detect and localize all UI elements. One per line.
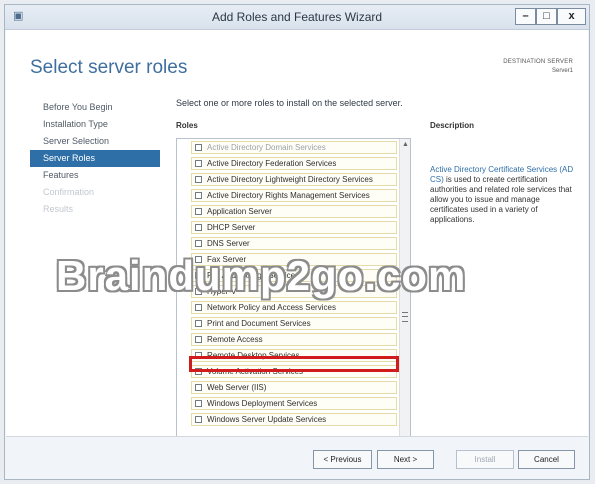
previous-button[interactable]: < Previous <box>313 450 372 469</box>
description-body: is used to create certification authorit… <box>430 175 572 224</box>
role-label: Active Directory Domain Services <box>207 143 326 152</box>
nav-server-roles[interactable]: Server Roles <box>30 150 160 167</box>
role-checkbox[interactable] <box>195 192 202 199</box>
close-button[interactable]: x <box>557 8 586 25</box>
minimize-button[interactable]: – <box>515 8 536 25</box>
nav-features[interactable]: Features <box>30 167 160 184</box>
role-item-web-server-iis[interactable]: Web Server (IIS) <box>191 381 397 394</box>
role-label: Active Directory Lightweight Directory S… <box>207 175 373 184</box>
role-checkbox[interactable] <box>195 320 202 327</box>
wizard-window: ▣ Add Roles and Features Wizard – □ x Se… <box>4 4 590 480</box>
scroll-grip-icon[interactable] <box>402 312 408 322</box>
role-label: Print and Document Services <box>207 319 311 328</box>
description-text: Active Directory Certificate Services (A… <box>430 165 580 225</box>
role-label: Remote Access <box>207 335 263 344</box>
role-checkbox[interactable] <box>195 384 202 391</box>
description-heading: Description <box>430 121 475 130</box>
role-label: Active Directory Federation Services <box>207 159 337 168</box>
role-item-application-server[interactable]: Application Server <box>191 205 397 218</box>
next-button[interactable]: Next > <box>377 450 434 469</box>
role-item-remote-access[interactable]: Remote Access <box>191 333 397 346</box>
role-item-ad-domain-services[interactable]: Active Directory Domain Services <box>191 141 397 154</box>
maximize-button[interactable]: □ <box>536 8 557 25</box>
window-title: Add Roles and Features Wizard <box>211 10 383 24</box>
role-item-dhcp-server[interactable]: DHCP Server <box>191 221 397 234</box>
role-item-dns-server[interactable]: DNS Server <box>191 237 397 250</box>
nav-results: Results <box>43 204 74 214</box>
wizard-footer: < Previous Next > Install Cancel <box>6 436 588 478</box>
role-label: Windows Server Update Services <box>207 415 327 424</box>
wizard-content: Select server roles DESTINATION SERVER S… <box>6 30 588 456</box>
chevron-up-icon[interactable]: ▲ <box>402 141 409 148</box>
role-checkbox[interactable] <box>195 304 202 311</box>
watermark: Braindump2go.com <box>56 252 467 299</box>
role-item-ad-rights-management-services[interactable]: Active Directory Rights Management Servi… <box>191 189 397 202</box>
role-checkbox[interactable] <box>195 240 202 247</box>
role-checkbox[interactable] <box>195 336 202 343</box>
role-label: DHCP Server <box>207 223 256 232</box>
role-label: Network Policy and Access Services <box>207 303 336 312</box>
role-checkbox[interactable] <box>195 400 202 407</box>
role-item-ad-federation-services[interactable]: Active Directory Federation Services <box>191 157 397 170</box>
role-label: Active Directory Rights Management Servi… <box>207 191 370 200</box>
nav-confirmation: Confirmation <box>43 187 95 197</box>
role-item-print-and-document-services[interactable]: Print and Document Services <box>191 317 397 330</box>
role-checkbox[interactable] <box>195 160 202 167</box>
cancel-button[interactable]: Cancel <box>518 450 575 469</box>
page-title: Select server roles <box>30 57 188 78</box>
role-label: Web Server (IIS) <box>207 383 267 392</box>
wizard-navigation: Before You Begin Installation Type Serve… <box>30 99 160 218</box>
role-label: Application Server <box>207 207 272 216</box>
remote-access-highlight <box>189 356 399 372</box>
roles-instruction: Select one or more roles to install on t… <box>176 98 403 108</box>
role-label: DNS Server <box>207 239 250 248</box>
nav-before-you-begin[interactable]: Before You Begin <box>30 99 160 116</box>
role-checkbox[interactable] <box>195 176 202 183</box>
role-label: Windows Deployment Services <box>207 399 318 408</box>
install-button: Install <box>456 450 514 469</box>
role-checkbox[interactable] <box>195 208 202 215</box>
title-bar: ▣ Add Roles and Features Wizard – □ x <box>5 5 589 30</box>
role-checkbox[interactable] <box>195 224 202 231</box>
destination-server-value: Server1 <box>551 68 573 74</box>
nav-server-selection[interactable]: Server Selection <box>30 133 160 150</box>
role-checkbox[interactable] <box>195 144 202 151</box>
roles-heading: Roles <box>176 121 198 130</box>
destination-server-label: DESTINATION SERVER <box>503 59 573 65</box>
role-item-windows-deployment-services[interactable]: Windows Deployment Services <box>191 397 397 410</box>
nav-installation-type[interactable]: Installation Type <box>30 116 160 133</box>
role-checkbox[interactable] <box>195 416 202 423</box>
role-item-network-policy-and-access-services[interactable]: Network Policy and Access Services <box>191 301 397 314</box>
role-item-ad-lightweight-directory-services[interactable]: Active Directory Lightweight Directory S… <box>191 173 397 186</box>
role-item-windows-server-update-services[interactable]: Windows Server Update Services <box>191 413 397 426</box>
